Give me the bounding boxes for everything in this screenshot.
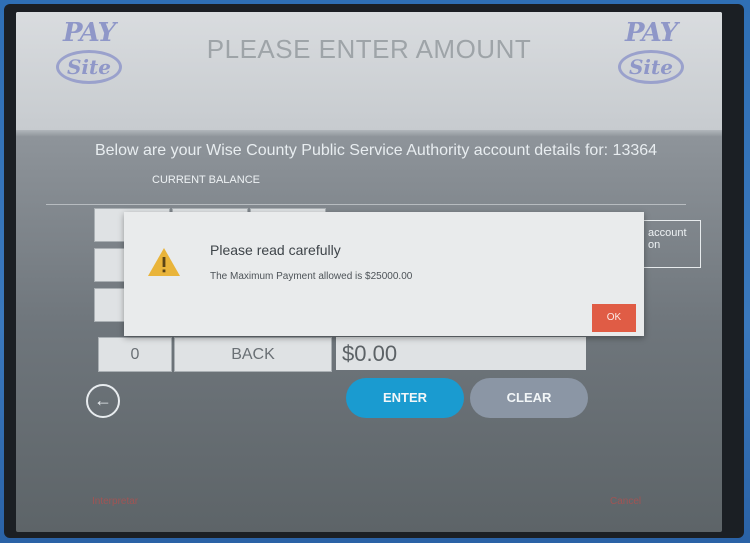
divider [46, 204, 686, 205]
paysite-logo-right: PAY Site [612, 18, 690, 88]
dialog-message: The Maximum Payment allowed is $25000.00 [210, 271, 413, 282]
account-side-box[interactable]: account on [641, 220, 701, 268]
account-details-text: Below are your Wise County Public Servic… [94, 142, 658, 159]
footer-cancel-link[interactable]: Cancel [610, 496, 641, 507]
kiosk-screen: PAY Site PLEASE ENTER AMOUNT PAY Site Be… [16, 12, 722, 532]
warning-icon [148, 248, 180, 276]
backspace-button[interactable]: BACK [174, 337, 332, 372]
footer-left-link[interactable]: Interpretar [92, 496, 138, 507]
current-balance-label: CURRENT BALANCE [152, 174, 260, 186]
header-band: PAY Site PLEASE ENTER AMOUNT PAY Site [16, 12, 722, 130]
back-arrow-button[interactable]: ← [86, 384, 120, 418]
logo-site-text: Site [617, 50, 684, 84]
amount-display: $0.00 [336, 337, 586, 370]
enter-button[interactable]: ENTER [346, 378, 464, 418]
clear-button[interactable]: CLEAR [470, 378, 588, 418]
ok-button[interactable]: OK [592, 304, 636, 332]
logo-pay-text: PAY [624, 18, 678, 48]
warning-dialog: Please read carefully The Maximum Paymen… [124, 212, 644, 336]
arrow-left-icon: ← [94, 390, 112, 410]
dialog-heading: Please read carefully [210, 242, 341, 258]
keypad-key-0[interactable]: 0 [98, 337, 172, 372]
